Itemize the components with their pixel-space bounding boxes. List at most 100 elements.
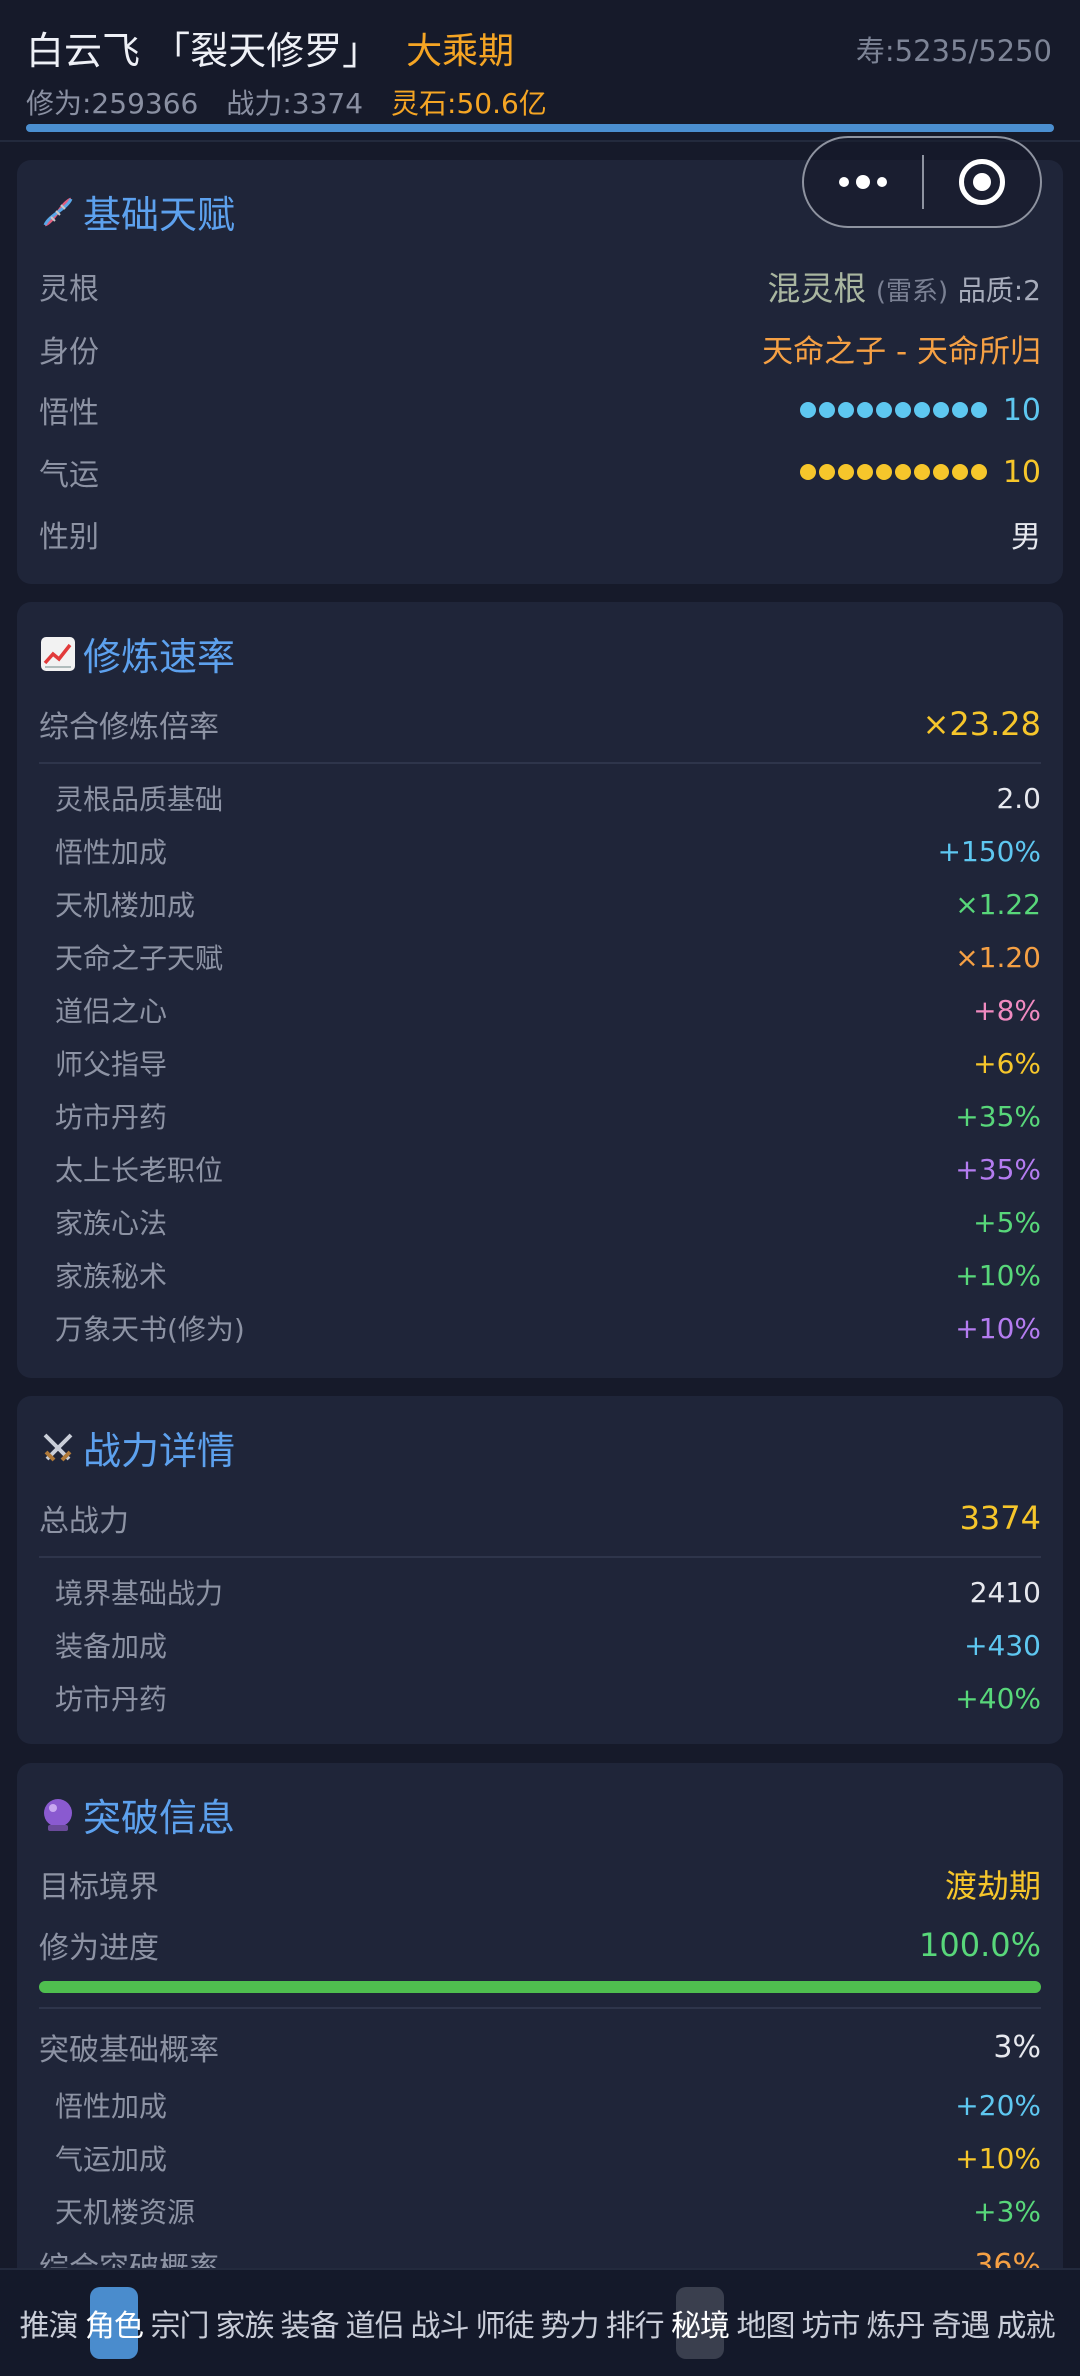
chart-up-icon — [39, 635, 77, 673]
luck-row: 气运 10 — [39, 450, 1041, 494]
rate-item-value: +35% — [955, 1099, 1041, 1133]
target-realm-row: 目标境界 渡劫期 — [39, 1861, 1041, 1907]
breakthrough-progress-bar — [39, 1981, 1041, 1993]
rating-dot — [837, 402, 854, 418]
rating-dot — [856, 464, 873, 480]
rating-dot — [951, 464, 968, 480]
rate-item-label: 天命之子天赋 — [55, 942, 224, 975]
nav-item[interactable]: 装备 — [277, 2287, 342, 2359]
root-label: 灵根 — [39, 272, 99, 307]
combat-total-row: 总战力 3374 — [39, 1496, 1041, 1540]
comprehension-label: 悟性 — [39, 396, 99, 431]
breakthrough-item-value: +10% — [955, 2141, 1041, 2175]
luck-value-group: 10 — [799, 455, 1041, 490]
breakthrough-title: 突破信息 — [83, 1796, 236, 1840]
combat-item-label: 坊市丹药 — [55, 1683, 168, 1716]
cultivation-progress-fill — [26, 124, 1054, 132]
base-chance-value: 3% — [993, 2029, 1041, 2065]
top-status-bar: 白云飞 「裂天修罗」 大乘期 寿:5235/5250 修为:259366 战力:… — [0, 0, 1080, 140]
luck-dots — [799, 464, 987, 480]
identity-row: 身份 天命之子 - 天命所归 — [39, 326, 1041, 371]
rating-dot — [970, 402, 987, 418]
more-dot-icon — [856, 175, 870, 189]
breakthrough-item-label: 天机楼资源 — [55, 2196, 196, 2229]
nav-item[interactable]: 家族 — [212, 2287, 277, 2359]
root-value-group: 混灵根 (雷系) 品质:2 — [767, 262, 1041, 310]
character-title-row: 白云飞 「裂天修罗」 大乘期 — [26, 20, 514, 75]
close-miniprogram-button[interactable] — [924, 138, 1040, 226]
progress-row: 修为进度 100.0% — [39, 1923, 1041, 1967]
more-button[interactable] — [804, 138, 922, 226]
rate-item-row: 天机楼加成 ×1.22 — [55, 884, 1041, 924]
cultivation-text: 修为:259366 — [26, 87, 199, 120]
rate-item-row: 太上长老职位 +35% — [55, 1149, 1041, 1189]
nav-item[interactable]: 角色 — [85, 2287, 144, 2359]
dna-icon — [39, 193, 77, 231]
nav-item[interactable]: 排行 — [602, 2287, 667, 2359]
root-value: 混灵根 — [767, 269, 867, 308]
combat-item-row: 装备加成 +430 — [55, 1625, 1041, 1665]
nav-item[interactable]: 推演 — [16, 2287, 81, 2359]
rate-divider — [39, 762, 1041, 764]
rating-dot — [799, 402, 816, 418]
rate-item-label: 道侣之心 — [55, 995, 168, 1028]
rate-item-row: 悟性加成 +150% — [55, 831, 1041, 871]
rate-item-value: ×1.20 — [955, 940, 1041, 974]
rate-item-row: 师父指导 +6% — [55, 1043, 1041, 1083]
rate-item-value: +10% — [955, 1311, 1041, 1345]
combat-item-label: 装备加成 — [55, 1630, 168, 1663]
nav-item[interactable]: 奇遇 — [928, 2287, 993, 2359]
character-realm: 大乘期 — [406, 30, 515, 72]
lifespan-text: 寿:5235/5250 — [855, 34, 1052, 68]
rate-total-label: 综合修炼倍率 — [39, 710, 219, 745]
rate-item-row: 万象天书(修为) +10% — [55, 1308, 1041, 1348]
character-name: 白云飞 「裂天修罗」 — [26, 29, 381, 73]
nav-item[interactable]: 坊市 — [798, 2287, 863, 2359]
power-text: 战力:3374 — [226, 87, 364, 120]
breakthrough-item-row: 天机楼资源 +3% — [55, 2191, 1041, 2231]
rate-item-label: 万象天书(修为) — [55, 1313, 245, 1346]
rating-dot — [818, 464, 835, 480]
nav-item[interactable]: 地图 — [733, 2287, 798, 2359]
nav-item[interactable]: 秘境 — [671, 2287, 730, 2359]
identity-value: 天命之子 - 天命所归 — [762, 334, 1041, 370]
talent-card-title: 基础天赋 — [39, 184, 235, 239]
combat-total-value: 3374 — [959, 1499, 1041, 1537]
nav-item[interactable]: 势力 — [537, 2287, 602, 2359]
combat-item-value: 2410 — [969, 1575, 1041, 1609]
breakthrough-item-row: 气运加成 +10% — [55, 2138, 1041, 2178]
nav-item[interactable]: 道侣 — [342, 2287, 407, 2359]
rating-dot — [894, 402, 911, 418]
rating-dot — [951, 402, 968, 418]
miniprogram-capsule — [802, 136, 1042, 228]
rate-total-value: ×23.28 — [922, 705, 1041, 743]
root-element: (雷系) — [875, 277, 949, 307]
rating-dot — [913, 464, 930, 480]
breakthrough-divider — [39, 2007, 1041, 2009]
combat-card-title: 战力详情 — [39, 1420, 235, 1475]
nav-item[interactable]: 炼丹 — [863, 2287, 928, 2359]
root-row: 灵根 混灵根 (雷系) 品质:2 — [39, 262, 1041, 310]
breakthrough-item-value: +3% — [973, 2194, 1041, 2228]
rate-item-value: +5% — [973, 1205, 1041, 1239]
nav-item[interactable]: 师徒 — [472, 2287, 537, 2359]
target-realm-label: 目标境界 — [39, 1870, 159, 1905]
gender-row: 性别 男 — [39, 512, 1041, 556]
nav-item[interactable]: 战斗 — [407, 2287, 472, 2359]
combat-power-card: 战力详情 总战力 3374 境界基础战力 2410 装备加成 +430 坊市丹药… — [17, 1396, 1063, 1744]
target-icon — [959, 159, 1005, 205]
nav-item[interactable]: 宗门 — [147, 2287, 212, 2359]
cultivation-progress-bar — [26, 124, 1054, 132]
comprehension-value-group: 10 — [799, 393, 1041, 428]
character-stats-row: 修为:259366 战力:3374 灵石:50.6亿 — [26, 82, 575, 122]
rating-dot — [894, 464, 911, 480]
nav-item[interactable]: 成就 — [993, 2287, 1058, 2359]
rate-item-label: 天机楼加成 — [55, 889, 196, 922]
rate-total-row: 综合修炼倍率 ×23.28 — [39, 702, 1041, 746]
root-quality: 品质:2 — [957, 274, 1041, 307]
rate-item-value: 2.0 — [996, 781, 1041, 815]
rating-dot — [856, 402, 873, 418]
rating-dot — [932, 402, 949, 418]
rate-item-label: 灵根品质基础 — [55, 783, 224, 816]
rate-item-label: 悟性加成 — [55, 836, 168, 869]
